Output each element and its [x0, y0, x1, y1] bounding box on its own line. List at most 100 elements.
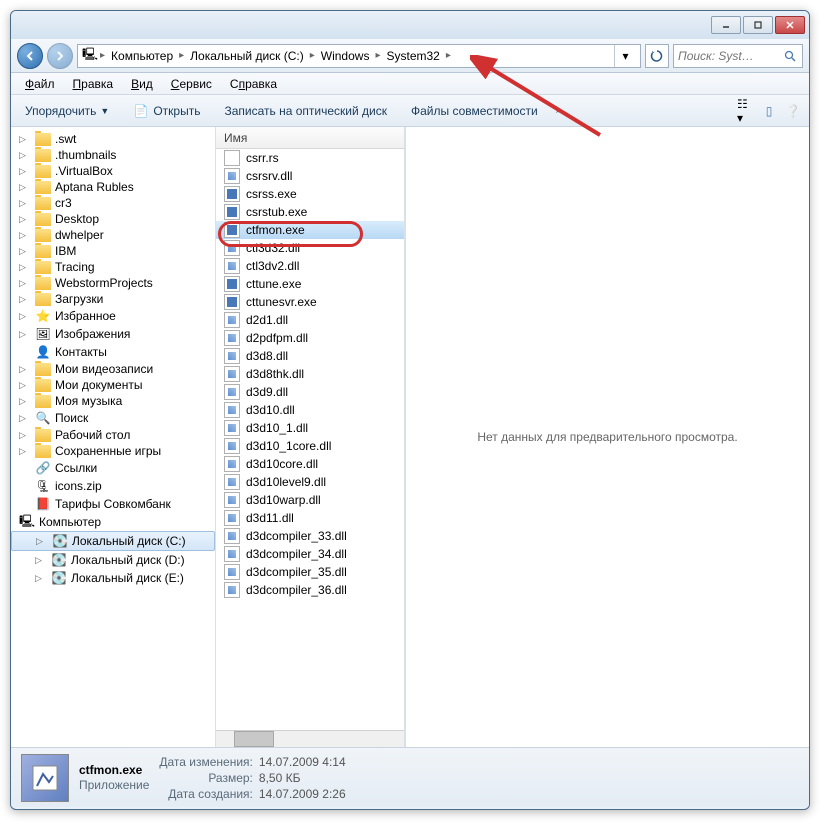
file-row[interactable]: csrsrv.dll: [216, 167, 404, 185]
menu-bar: ФайлПравкаВидСервисСправка: [11, 73, 809, 95]
file-row[interactable]: ctl3dv2.dll: [216, 257, 404, 275]
file-row[interactable]: d3d10_1.dll: [216, 419, 404, 437]
file-icon: [224, 384, 240, 400]
column-header-name[interactable]: Имя: [216, 127, 404, 149]
sidebar-item[interactable]: Desktop: [11, 211, 215, 227]
menu-сервис[interactable]: Сервис: [163, 75, 220, 93]
sidebar-item[interactable]: 👤Контакты: [11, 343, 215, 361]
sidebar-item[interactable]: IBM: [11, 243, 215, 259]
sidebar-item-label: Загрузки: [55, 292, 103, 306]
sidebar-item[interactable]: Мои видеозаписи: [11, 361, 215, 377]
forward-button[interactable]: [47, 43, 73, 69]
sidebar-item[interactable]: 🔍Поиск: [11, 409, 215, 427]
file-row[interactable]: csrss.exe: [216, 185, 404, 203]
sidebar-item[interactable]: Aptana Rubles: [11, 179, 215, 195]
refresh-button[interactable]: [645, 44, 669, 68]
toolbar: Упорядочить ▼ 📄Открыть Записать на оптич…: [11, 95, 809, 127]
sidebar-item[interactable]: .swt: [11, 131, 215, 147]
folder-icon: [35, 181, 51, 194]
crumb-computer[interactable]: Компьютер: [107, 49, 177, 63]
search-box[interactable]: [673, 44, 803, 68]
file-icon: [224, 492, 240, 508]
sidebar-item[interactable]: 🖳Компьютер: [11, 513, 215, 531]
help-button[interactable]: ❔: [785, 103, 801, 119]
file-row[interactable]: d3dcompiler_33.dll: [216, 527, 404, 545]
minimize-button[interactable]: [711, 16, 741, 34]
folder-icon: [35, 379, 51, 392]
sidebar-item[interactable]: 📕Тарифы Совкомбанк: [11, 495, 215, 513]
crumb-drive[interactable]: Локальный диск (C:): [186, 49, 308, 63]
crumb-system32[interactable]: System32: [382, 49, 443, 63]
breadcrumb-dropdown[interactable]: ▾: [614, 45, 636, 67]
sidebar-item[interactable]: Моя музыка: [11, 393, 215, 409]
file-row[interactable]: csrstub.exe: [216, 203, 404, 221]
folder-icon: [35, 149, 51, 162]
view-mode-button[interactable]: ☷ ▾: [737, 103, 753, 119]
organize-button[interactable]: Упорядочить ▼: [19, 102, 115, 120]
sidebar-item[interactable]: 💽Локальный диск (D:): [11, 551, 215, 569]
menu-правка[interactable]: Правка: [65, 75, 122, 93]
sidebar-item[interactable]: 🖼Изображения: [11, 325, 215, 343]
sidebar-item[interactable]: 💽Локальный диск (E:): [11, 569, 215, 587]
sidebar-tree[interactable]: .swt.thumbnails.VirtualBoxAptana Rublesc…: [11, 127, 216, 747]
file-row[interactable]: d3dcompiler_34.dll: [216, 545, 404, 563]
compat-files-button[interactable]: Файлы совместимости: [405, 102, 544, 120]
search-input[interactable]: [678, 49, 782, 63]
file-row[interactable]: d3d10warp.dll: [216, 491, 404, 509]
sidebar-item-label: Desktop: [55, 212, 99, 226]
file-row[interactable]: cttunesvr.exe: [216, 293, 404, 311]
maximize-button[interactable]: [743, 16, 773, 34]
sidebar-item[interactable]: dwhelper: [11, 227, 215, 243]
crumb-windows[interactable]: Windows: [317, 49, 374, 63]
file-row[interactable]: ctfmon.exe: [216, 221, 404, 239]
sidebar-item[interactable]: 🔗Ссылки: [11, 459, 215, 477]
open-button[interactable]: 📄Открыть: [127, 101, 206, 121]
horizontal-scrollbar[interactable]: [216, 730, 404, 747]
file-row[interactable]: d2pdfpm.dll: [216, 329, 404, 347]
file-row[interactable]: d3d10.dll: [216, 401, 404, 419]
sidebar-item[interactable]: Мои документы: [11, 377, 215, 393]
search-icon: 🔍: [35, 410, 51, 426]
back-button[interactable]: [17, 43, 43, 69]
scrollbar-thumb[interactable]: [234, 731, 274, 747]
menu-справка[interactable]: Справка: [222, 75, 285, 93]
sidebar-item[interactable]: 🗜icons.zip: [11, 477, 215, 495]
file-icon: [224, 420, 240, 436]
file-list[interactable]: Имя csrr.rscsrsrv.dllcsrss.execsrstub.ex…: [216, 127, 406, 747]
sidebar-item[interactable]: cr3: [11, 195, 215, 211]
file-row[interactable]: d3dcompiler_36.dll: [216, 581, 404, 599]
sidebar-item[interactable]: Загрузки: [11, 291, 215, 307]
file-row[interactable]: d3d11.dll: [216, 509, 404, 527]
sidebar-item[interactable]: .VirtualBox: [11, 163, 215, 179]
sidebar-item[interactable]: WebstormProjects: [11, 275, 215, 291]
sidebar-item[interactable]: Сохраненные игры: [11, 443, 215, 459]
status-size-value: 8,50 КБ: [259, 771, 346, 785]
menu-вид[interactable]: Вид: [123, 75, 161, 93]
file-row[interactable]: d3d10_1core.dll: [216, 437, 404, 455]
sidebar-item[interactable]: 💽Локальный диск (C:): [11, 531, 215, 551]
menu-файл[interactable]: Файл: [17, 75, 63, 93]
folder-icon: [35, 395, 51, 408]
file-row[interactable]: csrr.rs: [216, 149, 404, 167]
file-row[interactable]: d3d10core.dll: [216, 455, 404, 473]
file-row[interactable]: d3d8.dll: [216, 347, 404, 365]
file-row[interactable]: d3d9.dll: [216, 383, 404, 401]
sidebar-item[interactable]: Tracing: [11, 259, 215, 275]
nav-bar: 🖳 ▸ Компьютер ▸ Локальный диск (C:) ▸ Wi…: [11, 39, 809, 73]
file-row[interactable]: d3dcompiler_35.dll: [216, 563, 404, 581]
burn-button[interactable]: Записать на оптический диск: [218, 102, 393, 120]
file-row[interactable]: d3d10level9.dll: [216, 473, 404, 491]
sidebar-item-label: Локальный диск (D:): [71, 553, 185, 567]
file-row[interactable]: d2d1.dll: [216, 311, 404, 329]
more-chevron-icon[interactable]: »: [556, 105, 562, 116]
sidebar-item-label: dwhelper: [55, 228, 104, 242]
breadcrumb[interactable]: 🖳 ▸ Компьютер ▸ Локальный диск (C:) ▸ Wi…: [77, 44, 641, 68]
sidebar-item[interactable]: ⭐Избранное: [11, 307, 215, 325]
file-row[interactable]: ctl3d32.dll: [216, 239, 404, 257]
preview-pane-button[interactable]: ▯: [761, 103, 777, 119]
file-row[interactable]: cttune.exe: [216, 275, 404, 293]
close-button[interactable]: [775, 16, 805, 34]
sidebar-item[interactable]: .thumbnails: [11, 147, 215, 163]
sidebar-item[interactable]: Рабочий стол: [11, 427, 215, 443]
file-row[interactable]: d3d8thk.dll: [216, 365, 404, 383]
